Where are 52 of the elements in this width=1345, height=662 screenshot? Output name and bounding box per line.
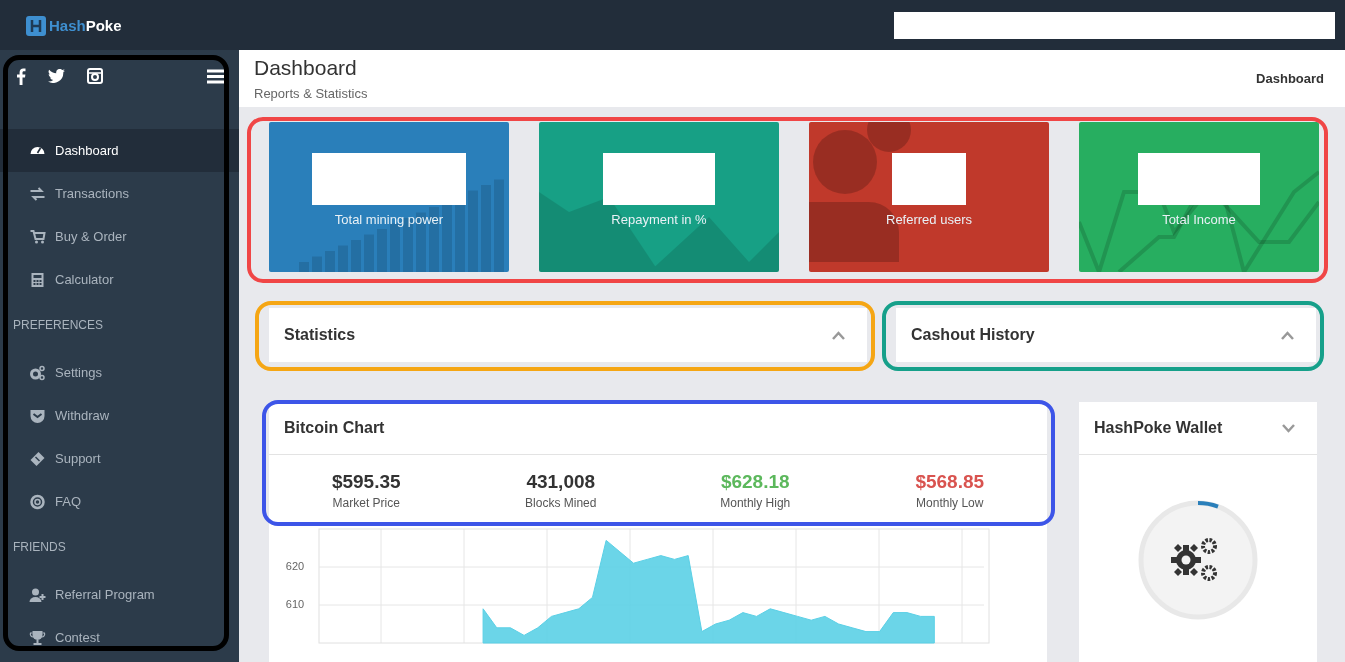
instagram-icon[interactable] [87, 68, 103, 84]
y-tick-label: 610 [285, 597, 305, 610]
gears-icon [29, 364, 46, 381]
stat-label: Monthly Low [916, 496, 984, 510]
page-subtitle: Reports & Statistics [254, 86, 368, 101]
sidebar-item[interactable]: Referral Program [0, 573, 239, 616]
stat-label: Blocks Mined [525, 496, 597, 510]
stat-label: Market Price [332, 496, 400, 510]
stat-label: Monthly High [720, 496, 791, 510]
sidebar-item[interactable]: Contest [0, 616, 239, 659]
tile-label: Referred users [886, 212, 972, 227]
cart-icon [29, 228, 46, 245]
transfer-arrows-icon [29, 185, 46, 202]
stat-value: $628.18 [720, 471, 790, 493]
lifebuoy-icon [29, 493, 46, 510]
page-title: Dashboard [254, 56, 358, 80]
sidebar-item[interactable]: Dashboard [0, 129, 239, 172]
tile-label: Repayment in % [611, 212, 707, 227]
twitter-icon[interactable] [48, 69, 65, 83]
sidebar-item[interactable]: Calculator [0, 258, 239, 301]
chevron-up-icon[interactable] [832, 330, 845, 340]
panel-title: Cashout History [911, 326, 1035, 344]
stat-value: 431,008 [526, 471, 596, 493]
logo-h-icon [24, 14, 46, 36]
search-field[interactable] [894, 11, 1335, 39]
section-heading: PREFERENCES [13, 318, 104, 332]
chevron-up-icon[interactable] [1281, 330, 1294, 340]
y-tick-label: 620 [285, 559, 305, 572]
panel-title: Statistics [284, 326, 356, 344]
sidebar-item[interactable]: Withdraw [0, 394, 239, 437]
tile-label: Total Income [1162, 212, 1236, 227]
card-title: HashPoke Wallet [1094, 419, 1223, 437]
menu-icon[interactable] [207, 68, 225, 84]
calculator-icon [29, 271, 46, 288]
sidebar-item[interactable]: FAQ [0, 480, 239, 523]
logo-text[interactable]: HashPoke [49, 16, 122, 34]
section-heading: FRIENDS [13, 540, 66, 554]
trophy-icon [29, 629, 46, 646]
tile-label: Total mining power [334, 212, 444, 227]
user-add-icon [29, 586, 46, 603]
stat-value: $595.35 [331, 471, 401, 493]
sidebar-item[interactable]: Transactions [0, 172, 239, 215]
facebook-icon[interactable] [16, 67, 26, 85]
breadcrumb[interactable]: Dashboard [1256, 71, 1324, 86]
pocket-icon [29, 407, 46, 424]
ticket-icon [29, 450, 46, 467]
card-title: Bitcoin Chart [284, 419, 385, 437]
sidebar-item[interactable]: Support [0, 437, 239, 480]
sidebar-item[interactable]: Buy & Order [0, 215, 239, 258]
chevron-down-icon[interactable] [1282, 423, 1295, 433]
stat-value: $568.85 [915, 471, 985, 493]
sidebar-item[interactable]: Settings [0, 351, 239, 394]
